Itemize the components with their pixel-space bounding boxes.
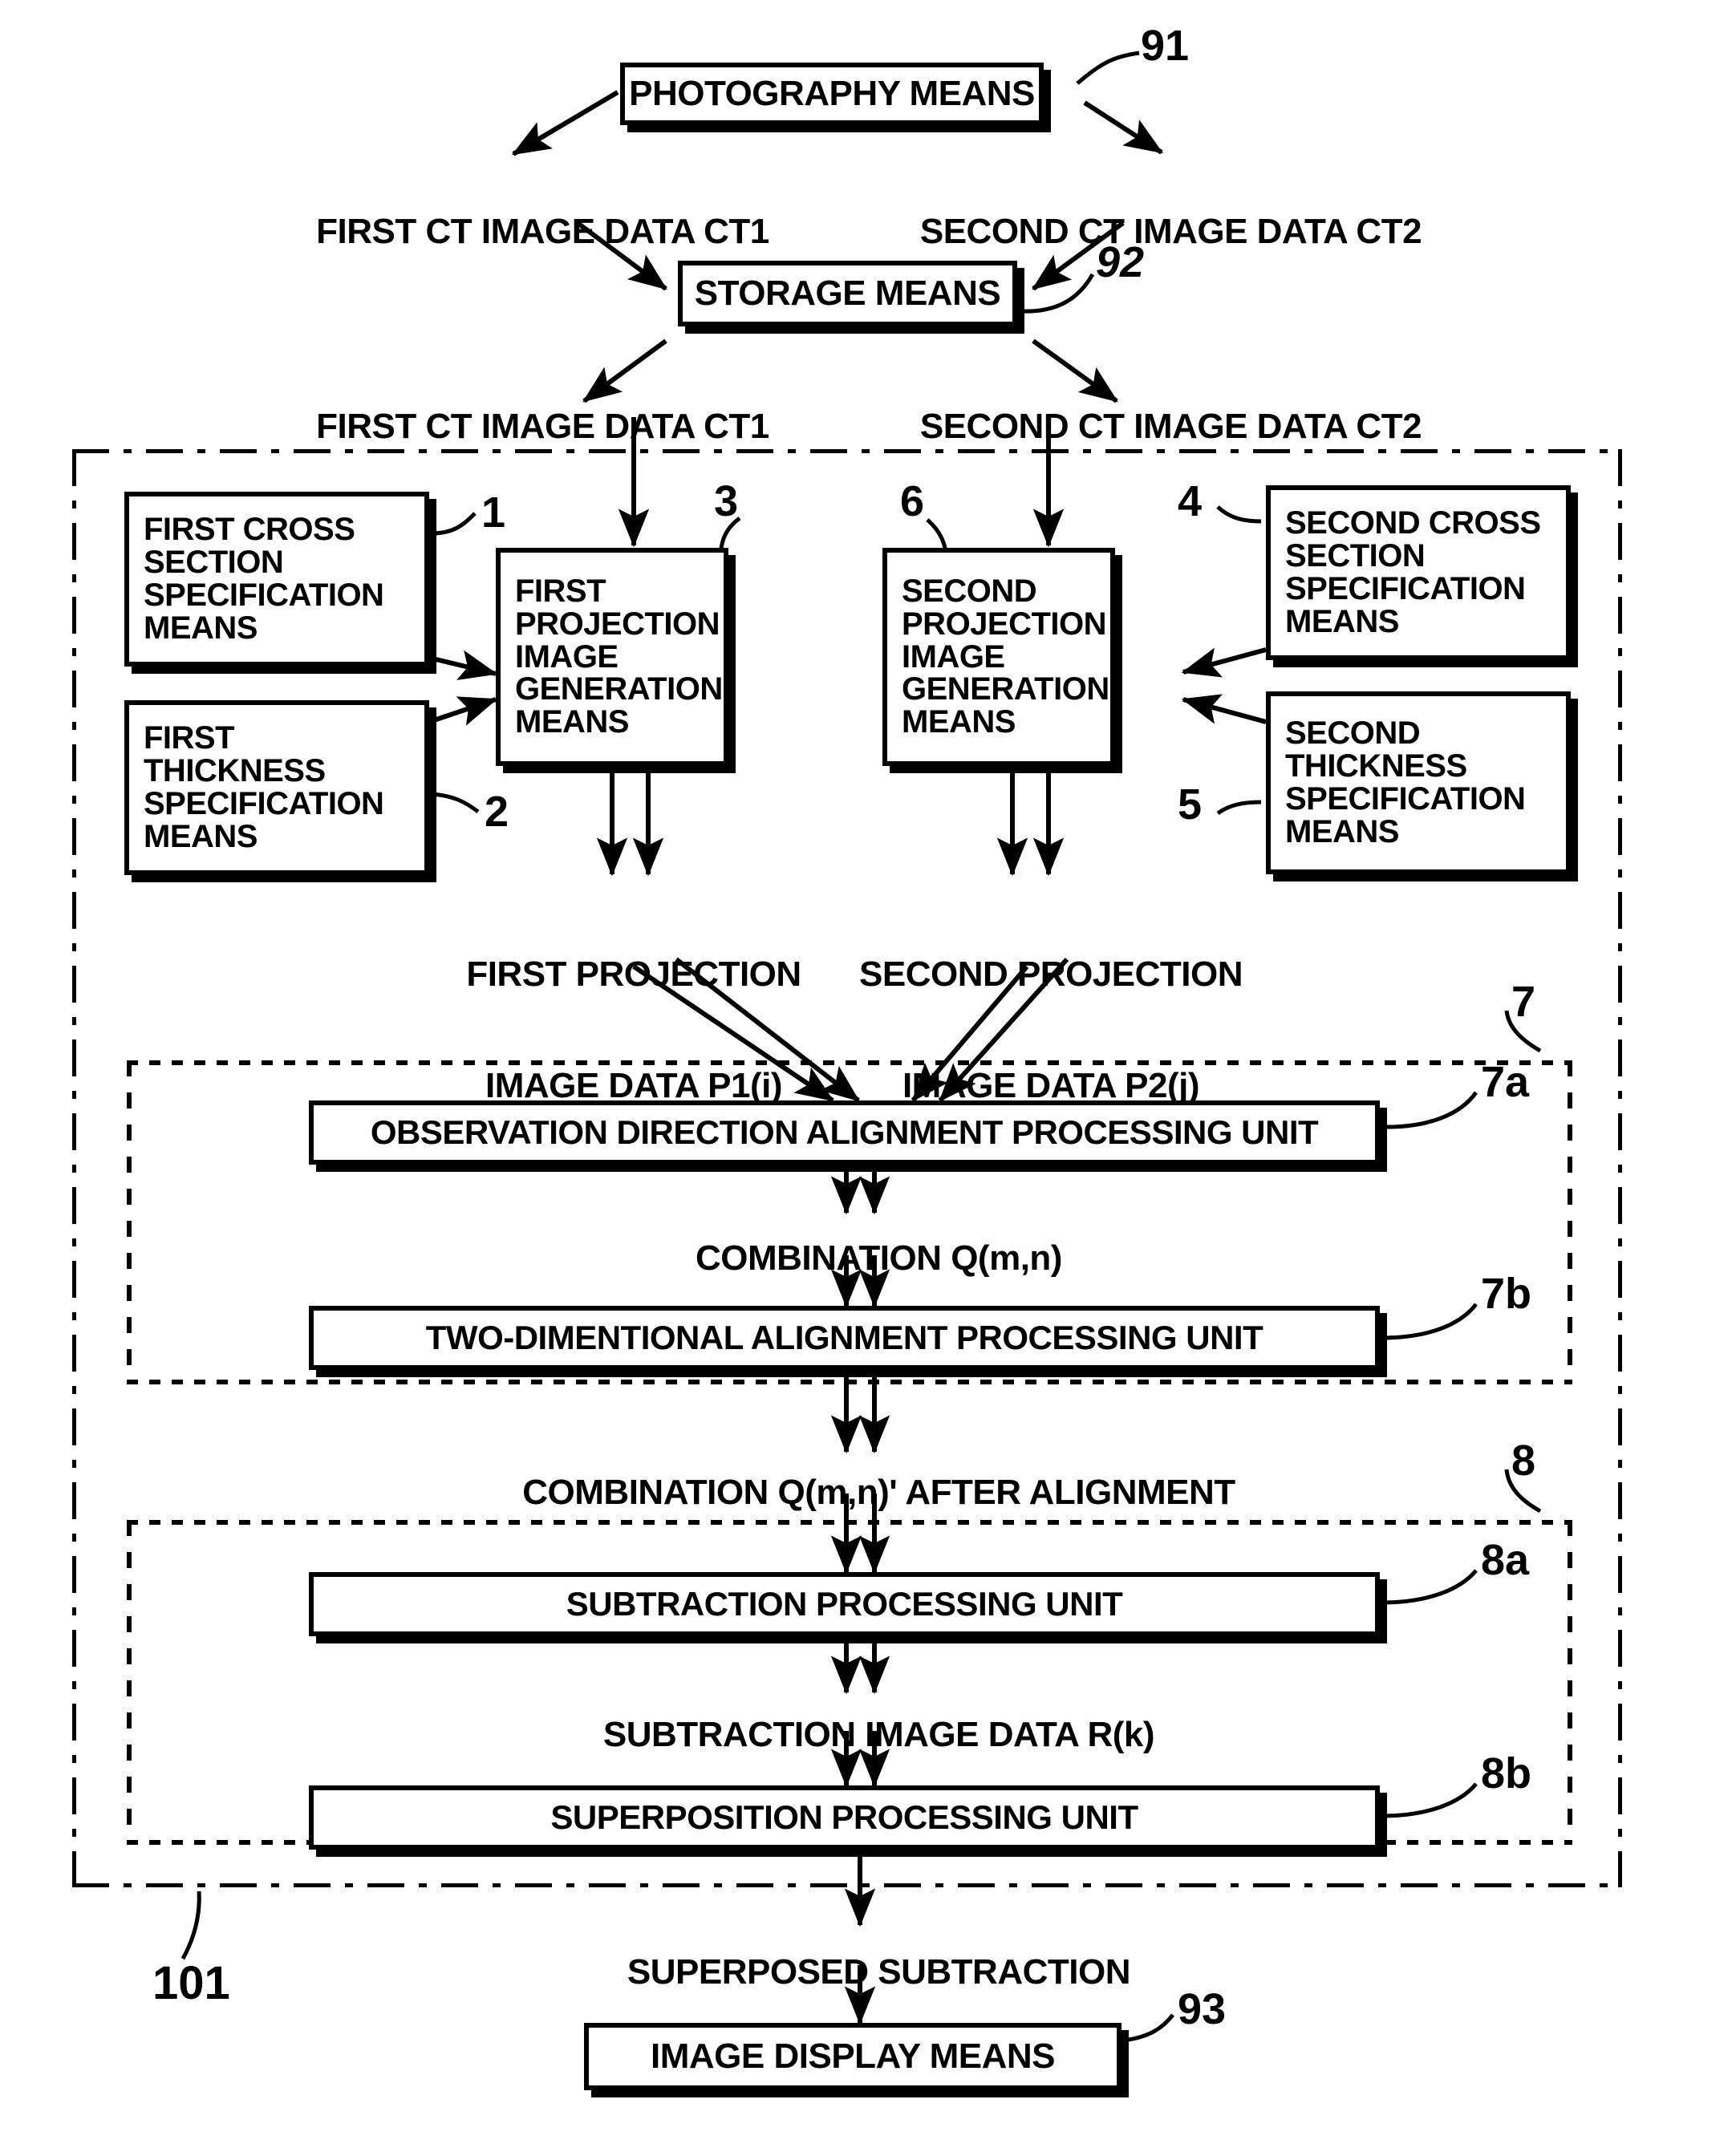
flow-label-superposed-subtraction: SUPERPOSED SUBTRACTION	[590, 1917, 1131, 2028]
reference-numeral-1: 1	[481, 488, 506, 537]
two-dimentional-alignment-processing-unit-box[interactable]: TWO-DIMENTIONAL ALIGNMENT PROCESSING UNI…	[309, 1306, 1380, 1370]
flow-label-p2: SECOND PROJECTION IMAGE DATA P2(j)	[859, 882, 1243, 1179]
reference-numeral-7a: 7a	[1481, 1058, 1530, 1106]
reference-numeral-7b: 7b	[1481, 1270, 1532, 1318]
reference-numeral-7: 7	[1511, 978, 1536, 1026]
reference-numeral-101: 101	[152, 1957, 230, 2009]
reference-numeral-93: 93	[1178, 1985, 1227, 2033]
superposed-subtraction-text: SUPERPOSED SUBTRACTION	[627, 1952, 1131, 1992]
flow-label-combination-q-after-alignment: COMBINATION Q(m,n)' AFTER ALIGNMENT	[485, 1437, 1235, 1549]
first-thickness-specification-means-box[interactable]: FIRST THICKNESS SPECIFICATION MEANS	[124, 700, 429, 875]
second-projection-generation-label: SECOND PROJECTION IMAGE GENERATION MEANS	[902, 573, 1109, 740]
p1-line2: IMAGE DATA P1(i)	[485, 1065, 783, 1105]
figure-canvas: PHOTOGRAPHY MEANS STORAGE MEANS FIRST CR…	[0, 0, 1736, 2152]
subtraction-image-data-text: SUBTRACTION IMAGE DATA R(k)	[602, 1715, 1155, 1755]
image-display-means-box[interactable]: IMAGE DISPLAY MEANS	[584, 2023, 1122, 2090]
reference-numeral-4: 4	[1178, 477, 1203, 525]
p2-line2: IMAGE DATA P2(j)	[902, 1065, 1200, 1105]
reference-numeral-2: 2	[485, 788, 509, 836]
superposition-unit-label: SUPERPOSITION PROCESSING UNIT	[550, 1797, 1138, 1836]
reference-numeral-8b: 8b	[1481, 1749, 1532, 1797]
first-projection-image-generation-means-box[interactable]: FIRST PROJECTION IMAGE GENERATION MEANS	[496, 548, 728, 766]
image-display-means-label: IMAGE DISPLAY MEANS	[651, 2036, 1055, 2076]
ct2-top-text: SECOND CT IMAGE DATA CT2	[919, 212, 1422, 252]
flow-label-ct1-top: FIRST CT IMAGE DATA CT1	[278, 176, 769, 288]
two-dimentional-alignment-label: TWO-DIMENTIONAL ALIGNMENT PROCESSING UNI…	[425, 1318, 1263, 1356]
subtraction-unit-label: SUBTRACTION PROCESSING UNIT	[566, 1584, 1123, 1623]
reference-numeral-8a: 8a	[1481, 1536, 1530, 1584]
combination-q-text: COMBINATION Q(m,n)	[695, 1238, 1063, 1279]
ct2-bottom-text: SECOND CT IMAGE DATA CT2	[919, 407, 1422, 447]
second-thickness-specification-means-box[interactable]: SECOND THICKNESS SPECIFICATION MEANS	[1266, 691, 1571, 874]
second-projection-image-generation-means-box[interactable]: SECOND PROJECTION IMAGE GENERATION MEANS	[882, 548, 1115, 766]
flow-label-ct2-top: SECOND CT IMAGE DATA CT2	[882, 176, 1422, 288]
ct1-bottom-text: FIRST CT IMAGE DATA CT1	[316, 407, 769, 447]
flow-label-ct2-bottom: SECOND CT IMAGE DATA CT2	[882, 371, 1422, 483]
first-cross-section-label: FIRST CROSS SECTION SPECIFICATION MEANS	[144, 512, 384, 646]
combination-q-after-text: COMBINATION Q(m,n)' AFTER ALIGNMENT	[522, 1473, 1235, 1513]
second-thickness-label: SECOND THICKNESS SPECIFICATION MEANS	[1285, 715, 1526, 849]
reference-numeral-92: 92	[1096, 238, 1145, 286]
reference-numeral-6: 6	[900, 477, 925, 525]
second-cross-section-label: SECOND CROSS SECTION SPECIFICATION MEANS	[1285, 505, 1541, 639]
flow-label-ct1-bottom: FIRST CT IMAGE DATA CT1	[278, 371, 769, 483]
ct1-top-text: FIRST CT IMAGE DATA CT1	[316, 212, 769, 252]
superposition-processing-unit-box[interactable]: SUPERPOSITION PROCESSING UNIT	[309, 1785, 1380, 1850]
photography-means-label: PHOTOGRAPHY MEANS	[629, 73, 1035, 113]
p2-line1: SECOND PROJECTION	[858, 954, 1243, 995]
first-cross-section-specification-means-box[interactable]: FIRST CROSS SECTION SPECIFICATION MEANS	[124, 492, 429, 667]
second-cross-section-specification-means-box[interactable]: SECOND CROSS SECTION SPECIFICATION MEANS	[1266, 485, 1571, 660]
reference-numeral-91: 91	[1141, 22, 1190, 70]
subtraction-processing-unit-box[interactable]: SUBTRACTION PROCESSING UNIT	[309, 1572, 1380, 1636]
reference-numeral-8: 8	[1511, 1437, 1536, 1485]
flow-label-subtraction-image-data: SUBTRACTION IMAGE DATA R(k)	[566, 1680, 1155, 1791]
first-thickness-label: FIRST THICKNESS SPECIFICATION MEANS	[144, 720, 384, 854]
reference-numeral-5: 5	[1178, 780, 1203, 829]
photography-means-box[interactable]: PHOTOGRAPHY MEANS	[620, 63, 1044, 125]
reference-numeral-3: 3	[714, 477, 739, 525]
flow-label-p1: FIRST PROJECTION IMAGE DATA P1(i)	[466, 882, 801, 1179]
flow-label-combination-q: COMBINATION Q(m,n)	[658, 1203, 1063, 1315]
p1-line1: FIRST PROJECTION	[466, 954, 801, 995]
first-projection-generation-label: FIRST PROJECTION IMAGE GENERATION MEANS	[515, 573, 723, 740]
